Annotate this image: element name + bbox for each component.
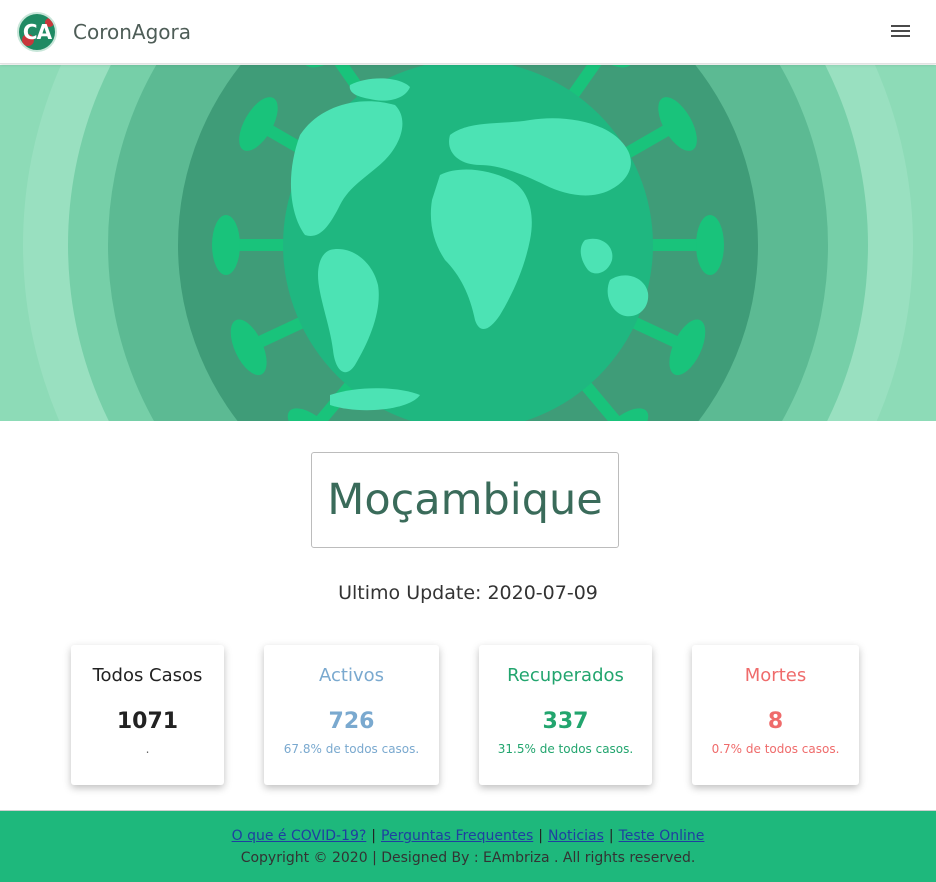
country-title: Moçambique — [311, 452, 619, 548]
footer-separator: | — [538, 828, 543, 844]
last-update-text: Ultimo Update: 2020-07-09 — [338, 582, 598, 604]
stat-value: 726 — [328, 709, 375, 734]
footer-link-news[interactable]: Noticias — [548, 828, 604, 844]
hero-banner — [0, 65, 936, 421]
footer-separator: | — [608, 828, 614, 844]
footer-separator: | — [371, 828, 377, 844]
stat-value: 1071 — [116, 709, 179, 734]
stat-value: 337 — [542, 709, 589, 734]
copyright-text: Copyright © 2020 | Designed By : EAmbriz… — [240, 850, 696, 866]
logo-text: CA — [22, 20, 52, 44]
stat-percent: 31.5% de todos casos. — [497, 742, 634, 756]
stat-value: 8 — [767, 709, 784, 734]
stat-card-recovered: Recuperados 337 31.5% de todos casos. — [479, 645, 652, 785]
virus-globe-illustration — [0, 65, 936, 421]
stat-title: Activos — [319, 665, 384, 686]
stat-title: Mortes — [744, 665, 807, 686]
stat-title: Todos Casos — [92, 665, 203, 686]
stat-percent: 0.7% de todos casos. — [711, 742, 840, 756]
footer: O que é COVID-19? | Perguntas Frequentes | N… — [0, 810, 936, 882]
stat-percent: . — [145, 742, 150, 756]
brand-name[interactable]: CoronAgora — [73, 20, 191, 44]
hamburger-menu-icon[interactable] — [889, 22, 913, 42]
footer-link-faq[interactable]: Perguntas Frequentes — [381, 828, 533, 844]
logo[interactable]: CA — [17, 12, 57, 52]
footer-links: O que é COVID-19? | Perguntas Frequentes | N… — [0, 828, 936, 844]
footer-link-test[interactable]: Teste Online — [619, 828, 705, 844]
stat-card-active: Activos 726 67.8% de todos casos. — [264, 645, 439, 785]
footer-link-covid[interactable]: O que é COVID-19? — [232, 828, 367, 844]
stat-card-total: Todos Casos 1071 . — [71, 645, 224, 785]
stat-percent: 67.8% de todos casos. — [283, 742, 420, 756]
navbar: CA CoronAgora — [0, 0, 936, 64]
stat-card-deaths: Mortes 8 0.7% de todos casos. — [692, 645, 859, 785]
stat-title: Recuperados — [507, 665, 624, 686]
